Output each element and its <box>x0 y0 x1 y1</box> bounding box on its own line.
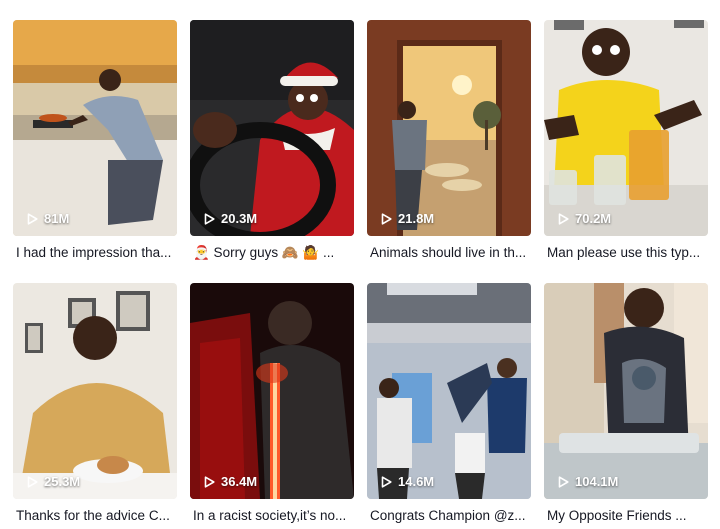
video-thumbnail[interactable]: 20.3M <box>190 20 354 236</box>
play-outline-icon <box>381 212 392 225</box>
view-count-label: 36.4M <box>221 474 258 489</box>
video-card[interactable]: 36.4M In a racist society,it’s no... <box>190 283 354 523</box>
video-card[interactable]: 21.8M Animals should live in th... <box>367 20 531 260</box>
thumbnail-hoodie-image <box>13 283 177 499</box>
video-thumbnail[interactable]: 14.6M <box>367 283 531 499</box>
view-count: 36.4M <box>204 474 257 489</box>
view-count: 70.2M <box>558 211 611 226</box>
video-caption[interactable]: Animals should live in th... <box>367 245 531 260</box>
view-count-label: 20.3M <box>221 211 258 226</box>
play-outline-icon <box>381 475 392 488</box>
video-caption[interactable]: In a racist society,it’s no... <box>190 508 354 523</box>
view-count-label: 70.2M <box>575 211 612 226</box>
view-count: 20.3M <box>204 211 257 226</box>
thumbnail-bathroom-image <box>544 283 708 499</box>
play-outline-icon <box>27 212 38 225</box>
video-grid: 81M I had the impression tha... 20.3M 🎅 … <box>0 0 720 529</box>
video-thumbnail[interactable]: 36.4M <box>190 283 354 499</box>
view-count-label: 25.3M <box>44 474 81 489</box>
thumbnail-savanna-door-image <box>367 20 531 236</box>
play-outline-icon <box>558 212 569 225</box>
play-outline-icon <box>558 475 569 488</box>
thumbnail-kitchen-image <box>13 20 177 236</box>
view-count: 14.6M <box>381 474 434 489</box>
video-caption[interactable]: Congrats Champion @z... <box>367 508 531 523</box>
video-card[interactable]: 81M I had the impression tha... <box>13 20 177 260</box>
thumbnail-trophy-room-image <box>367 283 531 499</box>
video-caption[interactable]: I had the impression tha... <box>13 245 177 260</box>
video-card[interactable]: 70.2M Man please use this typ... <box>544 20 708 260</box>
play-outline-icon <box>204 475 215 488</box>
view-count: 104.1M <box>558 474 618 489</box>
thumbnail-santa-image <box>190 20 354 236</box>
view-count: 21.8M <box>381 211 434 226</box>
thumbnail-yellow-shirt-image <box>544 20 708 236</box>
view-count: 81M <box>27 211 69 226</box>
video-card[interactable]: 25.3M Thanks for the advice C... <box>13 283 177 523</box>
view-count: 25.3M <box>27 474 80 489</box>
video-card[interactable]: 104.1M My Opposite Friends ... <box>544 283 708 523</box>
view-count-label: 21.8M <box>398 211 435 226</box>
video-card[interactable]: 20.3M 🎅 Sorry guys 🙈 🤷 ... <box>190 20 354 261</box>
view-count-label: 14.6M <box>398 474 435 489</box>
play-outline-icon <box>204 212 215 225</box>
view-count-label: 81M <box>44 211 70 226</box>
video-caption[interactable]: My Opposite Friends ... <box>544 508 708 523</box>
video-caption[interactable]: Man please use this typ... <box>544 245 708 260</box>
video-caption[interactable]: 🎅 Sorry guys 🙈 🤷 ... <box>190 245 354 261</box>
video-thumbnail[interactable]: 21.8M <box>367 20 531 236</box>
video-thumbnail[interactable]: 81M <box>13 20 177 236</box>
thumbnail-red-light-image <box>190 283 354 499</box>
video-thumbnail[interactable]: 104.1M <box>544 283 708 499</box>
video-card[interactable]: 14.6M Congrats Champion @z... <box>367 283 531 523</box>
view-count-label: 104.1M <box>575 474 619 489</box>
video-thumbnail[interactable]: 25.3M <box>13 283 177 499</box>
video-caption[interactable]: Thanks for the advice C... <box>13 508 177 523</box>
play-outline-icon <box>27 475 38 488</box>
video-thumbnail[interactable]: 70.2M <box>544 20 708 236</box>
